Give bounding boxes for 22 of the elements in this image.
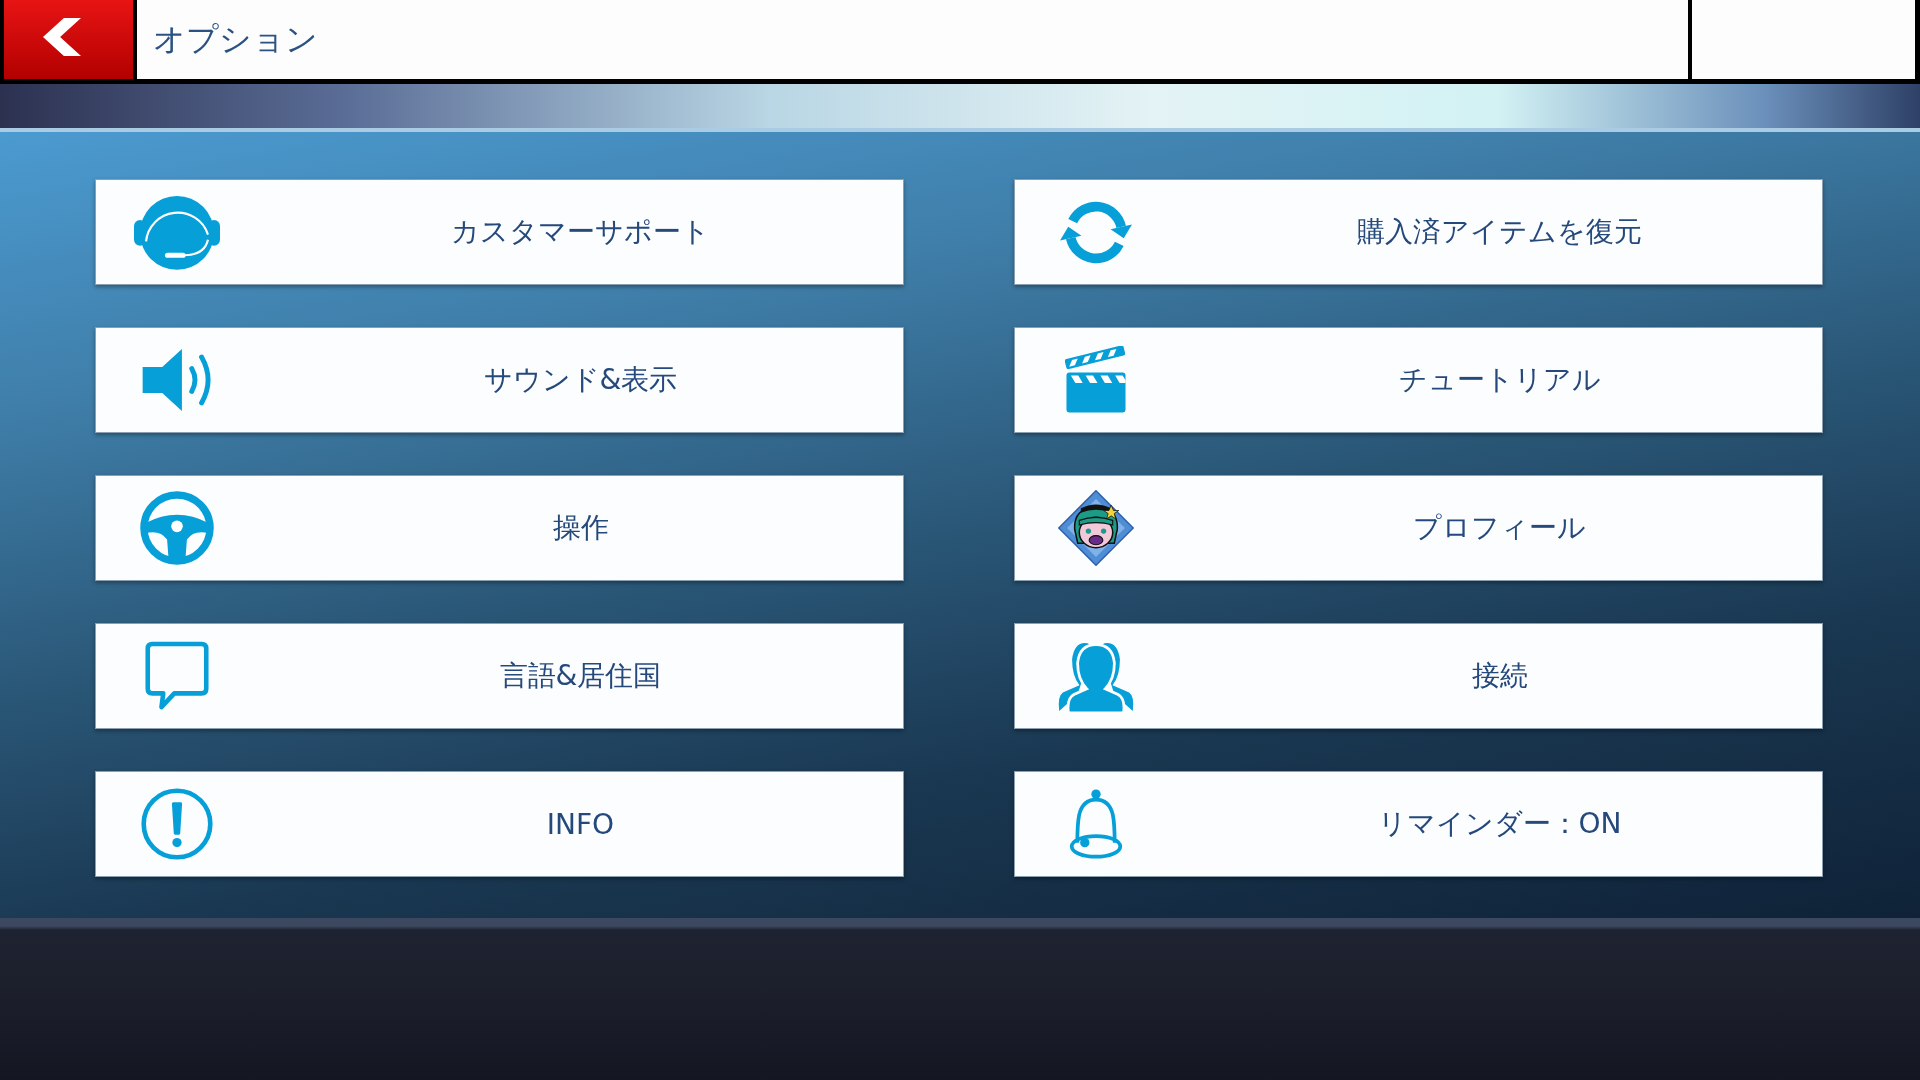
- menu-button[interactable]: サウンド&表示: [95, 327, 904, 433]
- menu-button[interactable]: リマインダー：ON: [1014, 771, 1823, 877]
- chevron-icon: [42, 17, 81, 56]
- menu-button[interactable]: INFO: [95, 771, 904, 877]
- speaker-icon: [141, 347, 213, 413]
- steering-wheel-icon: [139, 490, 215, 566]
- page-title: オプション: [153, 20, 318, 59]
- menu-button[interactable]: チュートリアル: [1014, 327, 1823, 433]
- menu-button[interactable]: 言語&居住国: [95, 623, 904, 729]
- speech-bubble-icon: [145, 641, 209, 711]
- menu-button[interactable]: 購入済アイテムを復元: [1014, 179, 1823, 285]
- avatar-icon: [1058, 490, 1134, 566]
- back-button[interactable]: [4, 0, 133, 79]
- refresh-icon: [1058, 199, 1134, 265]
- menu-button[interactable]: 操作: [95, 475, 904, 581]
- menu-button[interactable]: プロフィール: [1014, 475, 1823, 581]
- menu-button[interactable]: カスタマーサポート: [95, 179, 904, 285]
- bell-icon: [1068, 788, 1124, 860]
- exclamation-icon: [140, 787, 214, 861]
- clapperboard-icon: [1065, 346, 1127, 414]
- headset-icon: [134, 194, 220, 270]
- menu-button[interactable]: 接続: [1014, 623, 1823, 729]
